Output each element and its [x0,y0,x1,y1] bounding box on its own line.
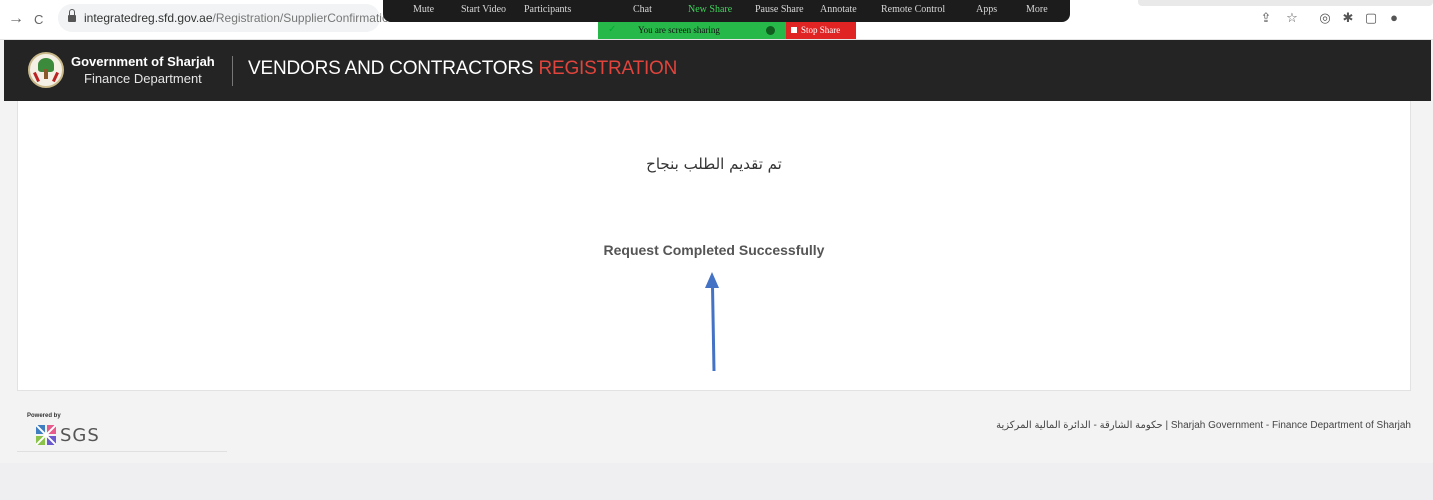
sgs-mark-icon [36,425,56,445]
reload-button[interactable]: C [34,12,43,28]
start-video-button[interactable]: Start Video [461,4,506,15]
arabic-success-message: تم تقديم الطلب بنجاح [646,155,782,173]
sgs-brand-text: SGS [60,425,100,446]
department-subtitle: Finance Department [84,71,202,86]
profile-icon[interactable]: ● [1387,11,1401,25]
participants-button[interactable]: Participants [524,4,571,15]
pause-share-button[interactable]: Pause Share [755,4,804,15]
url-path: /Registration/SupplierConfirmation [212,11,396,25]
extension-strip [1138,0,1433,6]
stop-share-button[interactable]: Stop Share [786,22,856,39]
powered-by-label: Powered by [27,413,61,419]
new-share-button[interactable]: New Share [688,4,732,15]
camera-icon[interactable]: ◎ [1318,11,1332,25]
annotation-arrow [705,272,719,372]
footer-divider [17,451,227,452]
back-button[interactable]: → [8,11,24,27]
page-title: VENDORS AND CONTRACTORS REGISTRATION [248,58,677,80]
check-icon: ✓ [608,24,617,35]
screen-sharing-indicator: ✓ You are screen sharing [598,22,786,39]
more-button[interactable]: More [1026,4,1048,15]
sharjah-emblem-logo[interactable] [28,52,64,88]
url-text: integratedreg.sfd.gov.ae/Registration/Su… [84,11,395,25]
lock-icon [68,9,76,22]
page-title-accent: REGISTRATION [538,58,678,79]
government-title: Government of Sharjah [71,54,215,69]
star-icon[interactable]: ☆ [1285,11,1299,25]
apps-button[interactable]: Apps [976,4,997,15]
stop-share-label: Stop Share [801,25,841,35]
footer-copyright: حكومة الشارقة - الدائرة المالية المركزية… [996,420,1411,431]
zoom-meeting-toolbar: Mute Start Video Participants Chat New S… [383,0,1070,22]
remote-control-button[interactable]: Remote Control [881,4,945,15]
header-divider [232,56,233,86]
browser-toolbar: → C integratedreg.sfd.gov.ae/Registratio… [0,0,1433,40]
extensions-icon[interactable]: ✱ [1341,11,1355,25]
shield-icon [766,26,775,35]
footer-band [0,463,1433,500]
success-message: Request Completed Successfully [603,242,825,258]
address-bar[interactable]: integratedreg.sfd.gov.ae/Registration/Su… [58,4,395,32]
mute-button[interactable]: Mute [413,4,434,15]
sgs-logo[interactable]: SGS [36,424,116,448]
sidepanel-icon[interactable]: ▢ [1364,11,1378,25]
chat-button[interactable]: Chat [633,4,652,15]
share-icon[interactable]: ⇪ [1259,11,1273,25]
stop-icon [791,27,797,33]
page-title-main: VENDORS AND CONTRACTORS [248,58,539,79]
screen-sharing-text: You are screen sharing [638,25,720,35]
url-host: integratedreg.sfd.gov.ae [84,11,213,25]
annotate-button[interactable]: Annotate [820,4,857,15]
site-header: Government of Sharjah Finance Department… [4,40,1431,101]
